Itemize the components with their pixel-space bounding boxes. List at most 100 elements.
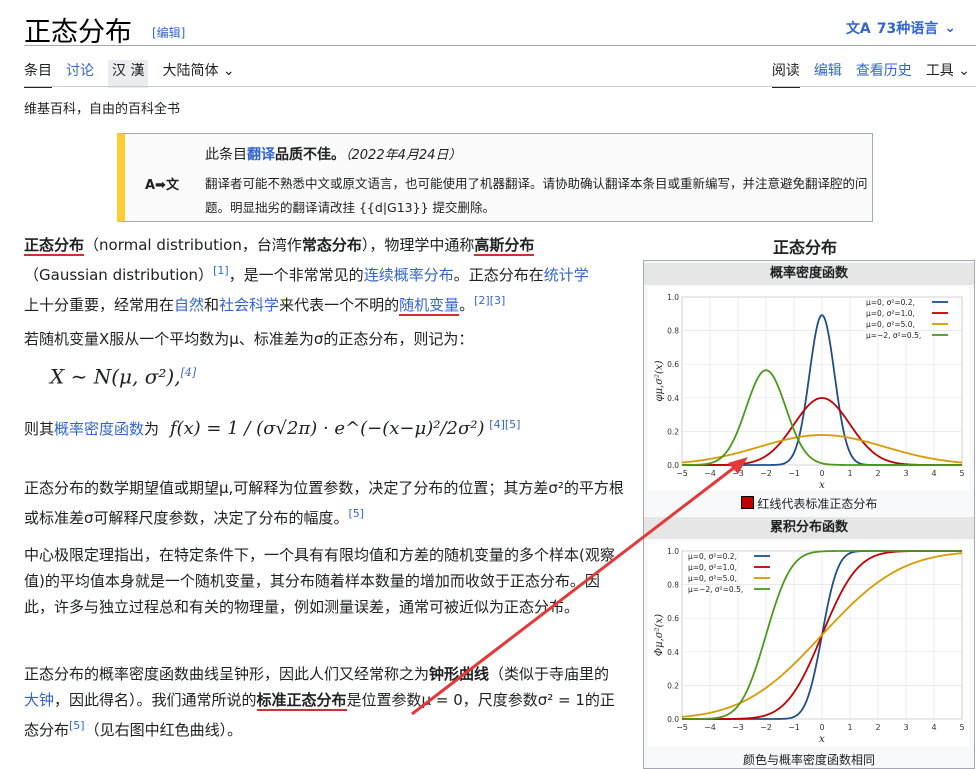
- y-tick-label: 0.4: [667, 648, 679, 657]
- cdf-chart[interactable]: −5 −4 −3 −2 −1 0 1 2 3 4 5 0.0 0.2 0.4 0.6 0.8 1.0 μ=0, σ…: [648, 541, 969, 747]
- tab-edit[interactable]: 编辑: [814, 60, 842, 88]
- text: ，是一个非常常见的: [228, 266, 364, 284]
- ref-link[interactable]: [2][3]: [474, 294, 505, 307]
- notice-quality: 品质不佳。: [275, 147, 345, 163]
- x-tick-label: 2: [875, 469, 880, 478]
- formula-pdf: f(x) = 1 / (σ√2π) · e^(−(x−μ)²/2σ²): [169, 418, 485, 439]
- pdf-chart[interactable]: −5 −4 −3 −2 −1 0 1 2 3 4 5 0.0 0.2 0.4 0.6 0.8 1.0 μ=0, σ…: [648, 287, 969, 491]
- y-tick-label: 0.0: [667, 715, 679, 724]
- link[interactable]: 社会科学: [219, 296, 279, 314]
- namespace-tabs: 条目 讨论 汉 漢 大陆简体 ⌄: [24, 60, 235, 88]
- bold-term: 钟形曲线: [429, 665, 490, 683]
- y-axis-label: φμ,σ²(x): [654, 360, 665, 401]
- bold-term: 标准正态分布: [256, 691, 347, 711]
- notice-date: （2022年4月24日）: [345, 148, 462, 163]
- x-tick-label: 0: [819, 723, 824, 732]
- paragraph-bell: 正态分布的概率密度函数曲线呈钟形，因此人们又经常称之为钟形曲线（类似于寺庙里的大…: [24, 661, 624, 743]
- infobox: 概率密度函数 −5 −4 −3 −2 −1 0 1 2 3 4 5 0.0 0.2 0.4 0.6 0.8 1.…: [643, 260, 975, 769]
- notice-title: 此条目翻译品质不佳。（2022年4月24日）: [205, 144, 461, 164]
- text: ，因此得名）。我们通常所说的: [54, 691, 257, 709]
- text: 则其: [24, 420, 55, 438]
- x-tick-label: 0: [819, 469, 824, 478]
- y-tick-label: 0.2: [667, 427, 679, 436]
- bold-term: 高斯分布: [474, 236, 535, 256]
- link[interactable]: 连续概率分布: [364, 266, 454, 284]
- x-tick-label: −3: [732, 723, 744, 732]
- language-count[interactable]: 73种语言: [877, 18, 938, 38]
- cdf-caption: 颜色与概率密度函数相同: [742, 753, 875, 767]
- y-tick-label: 0.2: [667, 681, 679, 690]
- x-tick-label: −5: [676, 469, 688, 478]
- paragraph-parameters: 正态分布的数学期望值或期望μ,可解释为位置参数，决定了分布的位置；其方差σ²的平…: [24, 475, 624, 531]
- bold-term: 正态分布: [24, 236, 85, 256]
- x-axis-label: x: [819, 480, 825, 491]
- link[interactable]: 概率密度函数: [54, 420, 144, 438]
- text: ），物理学中通称: [361, 236, 475, 254]
- y-tick-label: 0.8: [667, 581, 679, 590]
- x-tick-label: −1: [788, 723, 800, 732]
- view-tabs: 阅读 编辑 查看历史 工具 ⌄: [771, 60, 970, 88]
- text: 正态分布的概率密度函数曲线呈钟形，因此人们又经常称之为: [24, 665, 430, 683]
- ref-link[interactable]: [1]: [213, 264, 229, 277]
- notice-translate-link[interactable]: 翻译: [247, 147, 275, 163]
- x-tick-label: 5: [959, 723, 964, 732]
- pdf-plot-group: −5 −4 −3 −2 −1 0 1 2 3 4 5 0.0 0.2 0.4 0.6 0.8 1.0 μ=0, σ…: [654, 293, 965, 491]
- tab-variant-select[interactable]: 大陆简体 ⌄: [162, 60, 234, 88]
- tab-variant-toggle[interactable]: 汉 漢: [108, 60, 149, 88]
- paragraph-intro: 正态分布（normal distribution，台湾作常态分布），物理学中通称…: [24, 232, 624, 318]
- link[interactable]: 自然: [174, 296, 204, 314]
- text: （normal distribution，台湾作: [84, 236, 302, 254]
- x-tick-label: 2: [875, 723, 880, 732]
- infobox-title: 正态分布: [772, 238, 837, 257]
- notice-text: 此条目: [205, 147, 247, 163]
- text: 上十分重要，经常用在: [24, 296, 175, 314]
- tab-history[interactable]: 查看历史: [856, 60, 912, 88]
- paragraph-notation: 若随机变量X服从一个平均数为μ、标准差为σ的正态分布，则记为：: [24, 330, 474, 348]
- x-tick-label: −4: [704, 469, 716, 478]
- tab-talk[interactable]: 讨论: [66, 60, 94, 88]
- text: 为: [144, 420, 160, 438]
- ref-link[interactable]: [5]: [349, 507, 365, 520]
- link[interactable]: 随机变量: [399, 296, 460, 316]
- language-selector[interactable]: 文A 73种语言 ⌄: [846, 18, 956, 38]
- x-tick-label: 1: [847, 723, 852, 732]
- divider: [24, 86, 976, 87]
- translation-notice: A➡文 此条目翻译品质不佳。（2022年4月24日） 翻译者可能不熟悉中文或原文…: [117, 133, 873, 222]
- link[interactable]: 统计学: [544, 266, 589, 284]
- formula-notation: X ∼ N(μ, σ²),[4]: [50, 358, 650, 392]
- legend-label: μ=0, σ²=5.0,: [866, 320, 915, 329]
- tab-article[interactable]: 条目: [24, 60, 52, 88]
- formula-text: X ∼ N(μ, σ²),: [50, 364, 181, 389]
- ref-link[interactable]: [4]: [181, 366, 197, 379]
- notice-body: 翻译者可能不熟悉中文或原文语言，也可能使用了机器翻译。请协助确认翻译本条目或重新…: [205, 176, 868, 215]
- site-tagline: 维基百科，自由的百科全书: [24, 102, 181, 117]
- text: 和: [204, 296, 220, 314]
- x-tick-label: 1: [847, 469, 852, 478]
- x-tick-label: 3: [903, 469, 908, 478]
- tab-read[interactable]: 阅读: [771, 60, 800, 88]
- page-title: 正态分布: [24, 17, 132, 48]
- cdf-plot-group: −5 −4 −3 −2 −1 0 1 2 3 4 5 0.0 0.2 0.4 0.6 0.8 1.0 μ=0, σ…: [654, 547, 965, 745]
- link[interactable]: 大钟: [24, 691, 54, 709]
- text: 。正态分布在: [453, 266, 544, 284]
- text: （类似于寺庙里的: [489, 665, 610, 683]
- text: 正态分布的数学期望值或期望μ,可解释为位置参数，决定了分布的位置；其方差σ²的平…: [24, 479, 624, 527]
- ref-link[interactable]: [5]: [69, 719, 85, 732]
- ref-link[interactable]: [4][5]: [489, 418, 520, 431]
- chevron-down-icon: ⌄: [222, 63, 235, 79]
- legend-label: μ=0, σ²=1.0,: [688, 563, 737, 572]
- edit-link-small[interactable]: [编辑]: [152, 24, 185, 41]
- edit-link-label[interactable]: [编辑]: [152, 26, 185, 40]
- legend-label: μ=−2, σ²=0.5,: [866, 331, 921, 340]
- divider: [24, 45, 976, 46]
- legend-label: μ=0, σ²=0.2,: [688, 552, 737, 561]
- y-tick-label: 1.0: [667, 293, 679, 302]
- pdf-caption: 红线代表标准正态分布: [757, 497, 878, 511]
- text: （Gaussian distribution）: [24, 266, 214, 284]
- bold-term: 常态分布: [301, 236, 362, 254]
- tab-tools[interactable]: 工具 ⌄: [926, 60, 970, 88]
- paragraph-clt: 中心极限定理指出，在特定条件下，一个具有有限均值和方差的随机变量的多个样本(观察…: [24, 546, 615, 616]
- x-tick-label: −1: [788, 469, 800, 478]
- cdf-header: 累积分布函数: [644, 517, 974, 539]
- translate-icon: 文A: [845, 21, 871, 37]
